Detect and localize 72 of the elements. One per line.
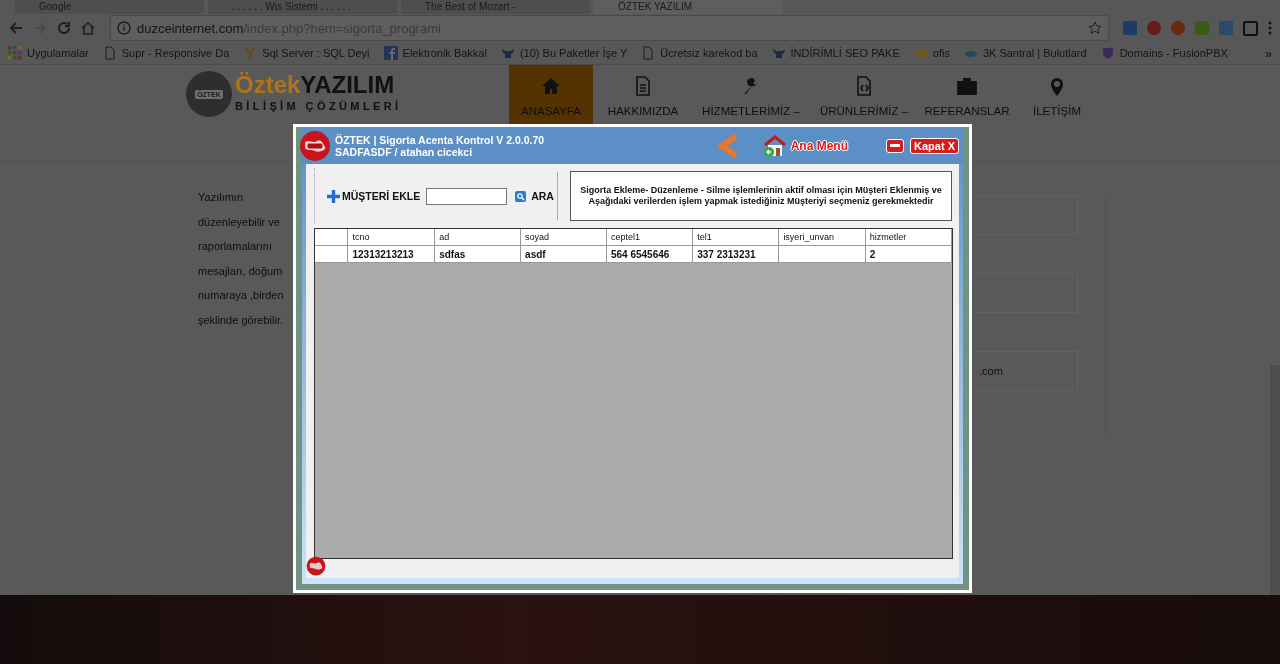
bookmark-item[interactable]: İNDİRİMLİ SEO PAKE xyxy=(771,46,900,60)
plus-icon xyxy=(327,189,340,203)
house-icon xyxy=(761,134,788,157)
bookmark-item[interactable]: Sql Server : SQL Deyi xyxy=(243,46,370,60)
body-text-line: numaraya ,birden xyxy=(198,288,284,303)
page-icon xyxy=(102,46,117,60)
column-header[interactable]: hizmetler xyxy=(865,229,952,246)
logo-tagline: BİLİŞİM ÇÖZÜMLERİ xyxy=(235,99,402,113)
column-header[interactable]: isyeri_unvan xyxy=(778,229,866,246)
column-header[interactable]: soyad xyxy=(520,229,607,246)
main-menu-button[interactable]: Ana Menü xyxy=(761,134,849,157)
bull-icon xyxy=(771,46,786,60)
body-text-line: şeklinde görebilir. xyxy=(198,312,283,328)
info-message: Sigorta Ekleme- Düzenleme - Silme işlemlerinin aktif olması için Müşteri Eklenmiş ve Aşağıdaki verilerden işlem yapmak istediğiniz Müşteriyi seçmeniz gerekmektedir xyxy=(570,171,952,221)
more-bookmarks-button[interactable]: » xyxy=(1264,45,1272,61)
table-cell: sdfas xyxy=(434,245,521,263)
folder-icon xyxy=(913,46,928,60)
search-icon xyxy=(515,190,527,202)
extension-icon[interactable] xyxy=(1243,20,1258,36)
column-header[interactable]: ad xyxy=(434,229,521,246)
shield-icon xyxy=(1100,46,1115,60)
add-customer-button[interactable]: MÜŞTERİ EKLE xyxy=(327,189,421,203)
logo-icon xyxy=(299,129,331,162)
star-icon[interactable] xyxy=(1088,21,1102,35)
table-cell: 564 6545646 xyxy=(606,245,693,263)
row-header-cell xyxy=(315,229,348,246)
nav-item[interactable]: İLETİŞİM xyxy=(1015,65,1099,160)
extension-icon[interactable] xyxy=(1171,21,1185,35)
contact-text: .com xyxy=(979,365,1003,377)
logo-icon xyxy=(306,556,326,576)
table-cell: 12313213213 xyxy=(348,245,435,263)
home-icon xyxy=(540,75,562,97)
search-field[interactable] xyxy=(426,187,508,205)
body-text-line: Yazılımın xyxy=(198,190,244,205)
bookmark-item[interactable]: 3K Santral | Bulutlard xyxy=(963,46,1087,60)
bookmark-item[interactable]: ofis xyxy=(913,46,950,60)
bookmark-item[interactable]: Uygulamalar xyxy=(8,46,89,60)
body-text-line: raporlamalarını xyxy=(198,239,272,254)
bookmark-item[interactable]: (10) Bu Paketler İşe Y xyxy=(500,46,628,60)
bookmark-item[interactable]: Ücretsiz karekod ba xyxy=(641,46,758,60)
bookmark-item[interactable]: Supr - Responsive Da xyxy=(102,46,230,60)
minimize-button[interactable] xyxy=(886,138,905,153)
table-cell: 337 2313231 xyxy=(692,245,779,263)
briefcase-icon xyxy=(956,75,978,97)
table-cell: 2 xyxy=(865,245,952,263)
close-button[interactable]: Kapat X xyxy=(910,137,959,154)
back-icon[interactable] xyxy=(8,20,24,36)
reload-icon[interactable] xyxy=(56,20,72,36)
favicon-icon xyxy=(243,46,258,60)
nav-item[interactable]: HAKKIMIZDA xyxy=(593,65,693,160)
extension-icon[interactable] xyxy=(1147,21,1161,35)
bookmark-item[interactable]: Elektronik Bakkal xyxy=(383,46,487,60)
dialog-subtitle: SADFASDF / atahan cicekci xyxy=(335,145,474,158)
home-icon[interactable] xyxy=(80,20,96,36)
bookmark-item[interactable]: Domains - FusionPBX xyxy=(1100,46,1228,60)
menu-icon[interactable] xyxy=(1268,21,1272,35)
body-text-line: düzenleyebilir ve xyxy=(198,214,280,230)
search-button[interactable]: ARA xyxy=(511,190,554,202)
table-cell: asdf xyxy=(520,245,607,263)
column-header[interactable]: ceptel1 xyxy=(606,229,693,246)
column-header[interactable]: tel1 xyxy=(692,229,779,246)
bull-icon xyxy=(500,46,515,60)
row-header-cell[interactable] xyxy=(315,245,348,263)
scrollbar[interactable] xyxy=(1270,365,1280,595)
body-text-line: mesajları, doğum xyxy=(198,263,283,279)
page-icon xyxy=(641,46,656,60)
column-header[interactable]: tcno xyxy=(348,229,435,246)
logo-text[interactable]: ÖztekYAZILIM xyxy=(235,71,402,99)
browser-tab[interactable]: ÖZTEK YAZILIM xyxy=(594,0,783,14)
info-icon xyxy=(117,21,131,35)
apps-icon xyxy=(8,46,22,60)
facebook-icon xyxy=(383,46,398,60)
